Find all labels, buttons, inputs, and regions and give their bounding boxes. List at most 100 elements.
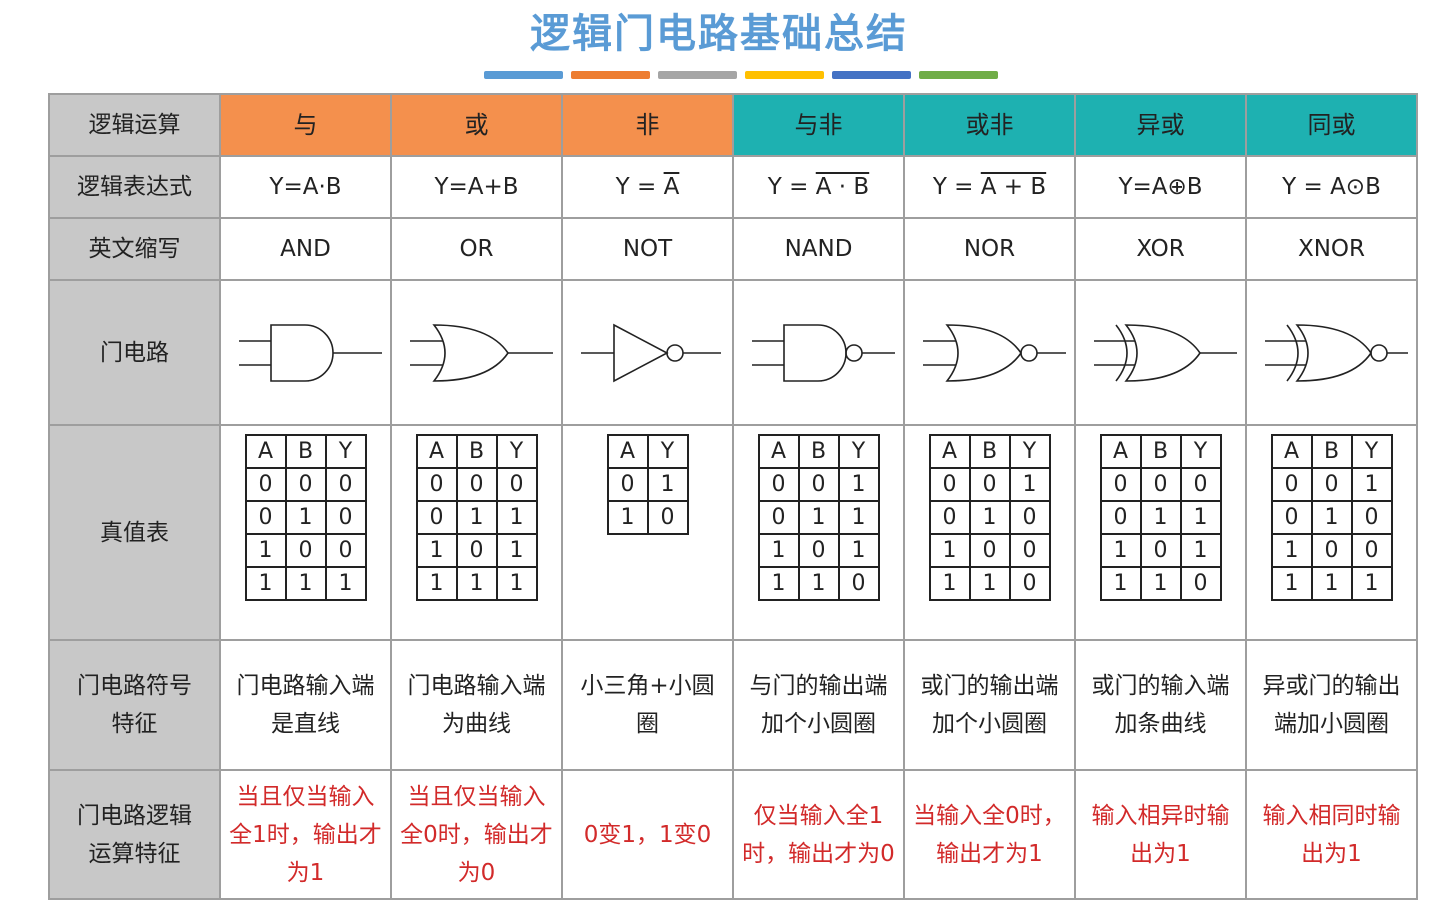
expression-prefix: Y = [767, 174, 816, 200]
logic-feature-cell: 0变1，1变0 [561, 769, 734, 900]
truth-table-value-cell: 1 [455, 500, 498, 535]
truth-table-row: 000 [415, 467, 538, 502]
truth-table-value-cell: 0 [1310, 467, 1353, 502]
logic-feature-cell: 输入相同时输出为1 [1245, 769, 1418, 900]
expression-cell: Y=A+B [390, 155, 563, 219]
abbreviation-text: OR [459, 236, 494, 262]
truth-table-value-cell: 1 [837, 500, 880, 535]
symbol-feature-cell: 或门的输出端加个小圆圈 [903, 639, 1076, 771]
truth-table-value-cell: 0 [606, 467, 649, 502]
row-operation: 逻辑运算 与或非与非 或非 异或 同或 [48, 93, 1418, 157]
xor-extra-curve [1286, 324, 1299, 381]
expression-text: Y=A·B [269, 174, 342, 200]
and-gate-icon [239, 323, 382, 382]
truth-table-value-cell: 0 [415, 500, 458, 535]
symbol-feature-cell: 与门的输出端加个小圆圈 [732, 639, 905, 771]
and-body [783, 323, 847, 382]
truth-table-value-cell: 1 [1310, 566, 1353, 601]
truth-table-value-cell: 1 [415, 566, 458, 601]
symbol-feature-text: 小三角+小圆圈 [580, 673, 715, 737]
truth-table-head-cell: B [284, 434, 327, 469]
abbreviation-cell: AND [219, 217, 392, 281]
nor-gate-icon [923, 323, 1066, 382]
truth-table-value-cell: 0 [1179, 467, 1222, 502]
truth-table: ABY000010100111 [244, 434, 367, 601]
expression-cell: Y=A·B [219, 155, 392, 219]
truth-table-row: 111 [415, 566, 538, 601]
truth-table-value-cell: 0 [797, 467, 840, 502]
title-bar [832, 71, 911, 79]
expression-text: Y=A+B [434, 174, 519, 200]
row-label-symbol-feature: 门电路符号 特征 [48, 639, 221, 771]
truth-table-value-cell: 1 [1350, 566, 1393, 601]
expression-cell: Y = A⊙B [1245, 155, 1418, 219]
truth-table-row: 111 [1270, 566, 1393, 601]
truth-table-head-cell: A [415, 434, 458, 469]
truth-table-row: 011 [1099, 500, 1222, 535]
nand-gate-icon [752, 323, 895, 382]
truth-table-row: 110 [928, 566, 1051, 601]
truth-table-head-cell: Y [646, 434, 689, 469]
truth-table-value-cell: 0 [1139, 467, 1182, 502]
truth-table-value-cell: 0 [455, 467, 498, 502]
operation-name: 异或 [1136, 111, 1185, 139]
inversion-bubble [845, 343, 863, 362]
truth-table-row: 100 [1270, 533, 1393, 568]
truth-table-row: 100 [244, 533, 367, 568]
abbreviation-cell: XOR [1074, 217, 1247, 281]
truth-table-value-cell: 1 [495, 533, 538, 568]
truth-table: ABY001010100110 [928, 434, 1051, 601]
symbol-feature-cell: 小三角+小圆圈 [561, 639, 734, 771]
operation-name: 或 [464, 111, 489, 139]
expression-overlined: A · B [815, 174, 870, 200]
row-label-logic-feature: 门电路逻辑 运算特征 [48, 769, 221, 900]
truth-table-value-cell: 0 [244, 467, 287, 502]
abbreviation-text: AND [280, 236, 331, 262]
gate-symbol-cell [219, 279, 392, 426]
truth-table-value-cell: 1 [284, 566, 327, 601]
logic-feature-text: 0变1，1变0 [583, 821, 712, 848]
abbreviation-text: XNOR [1297, 236, 1366, 262]
operation-name: 同或 [1307, 111, 1356, 139]
truth-table-row: 111 [244, 566, 367, 601]
truth-table-value-cell: 1 [1179, 500, 1222, 535]
truth-table-cell: ABY000010100111 [219, 424, 392, 641]
inversion-bubble [666, 343, 684, 362]
symbol-feature-cell: 门电路输入端为曲线 [390, 639, 563, 771]
title-bar [745, 71, 824, 79]
not-gate-icon [581, 323, 721, 382]
symbol-feature-cell: 或门的输入端加条曲线 [1074, 639, 1247, 771]
or-body [432, 323, 509, 382]
or-gate-icon [410, 323, 553, 382]
logic-feature-cell: 输入相异时输出为1 [1074, 769, 1247, 900]
truth-table-value-cell: 1 [646, 467, 689, 502]
truth-table-row: 100 [928, 533, 1051, 568]
gate-symbol-cell [1074, 279, 1247, 426]
truth-table-head-cell: A [1270, 434, 1313, 469]
symbol-feature-text: 异或门的输出端加小圆圈 [1262, 673, 1401, 737]
truth-table-value-cell: 1 [415, 533, 458, 568]
operation-header-cell: 非 [561, 93, 734, 157]
row-label-operation: 逻辑运算 [48, 93, 221, 157]
truth-table-value-cell: 1 [1008, 467, 1051, 502]
truth-table-value-cell: 1 [797, 566, 840, 601]
symbol-feature-text: 或门的输出端加个小圆圈 [920, 673, 1059, 737]
truth-table-value-cell: 1 [1139, 500, 1182, 535]
truth-table: ABY001010100111 [1270, 434, 1393, 601]
truth-table-cell: ABY001011101110 [732, 424, 905, 641]
row-gate-symbol: 门电路 [48, 279, 1418, 426]
abbreviation-cell: XNOR [1245, 217, 1418, 281]
truth-table-cell: ABY000011101111 [390, 424, 563, 641]
truth-table-value-cell: 0 [757, 467, 800, 502]
truth-table-value-cell: 1 [837, 467, 880, 502]
truth-table-cell: AY0110 [561, 424, 734, 641]
truth-table-value-cell: 1 [1179, 533, 1222, 568]
truth-table-value-cell: 1 [1270, 566, 1313, 601]
abbreviation-text: NAND [784, 236, 853, 262]
truth-table-head-cell: Y [1008, 434, 1051, 469]
page-title: 逻辑门电路基础总结 [530, 11, 908, 57]
logic-feature-cell: 当且仅当输入全0时，输出才为0 [390, 769, 563, 900]
expression-prefix: Y = [615, 174, 664, 200]
symbol-feature-text: 门电路输入端是直线 [236, 673, 375, 737]
truth-table-row: 10 [606, 500, 689, 535]
